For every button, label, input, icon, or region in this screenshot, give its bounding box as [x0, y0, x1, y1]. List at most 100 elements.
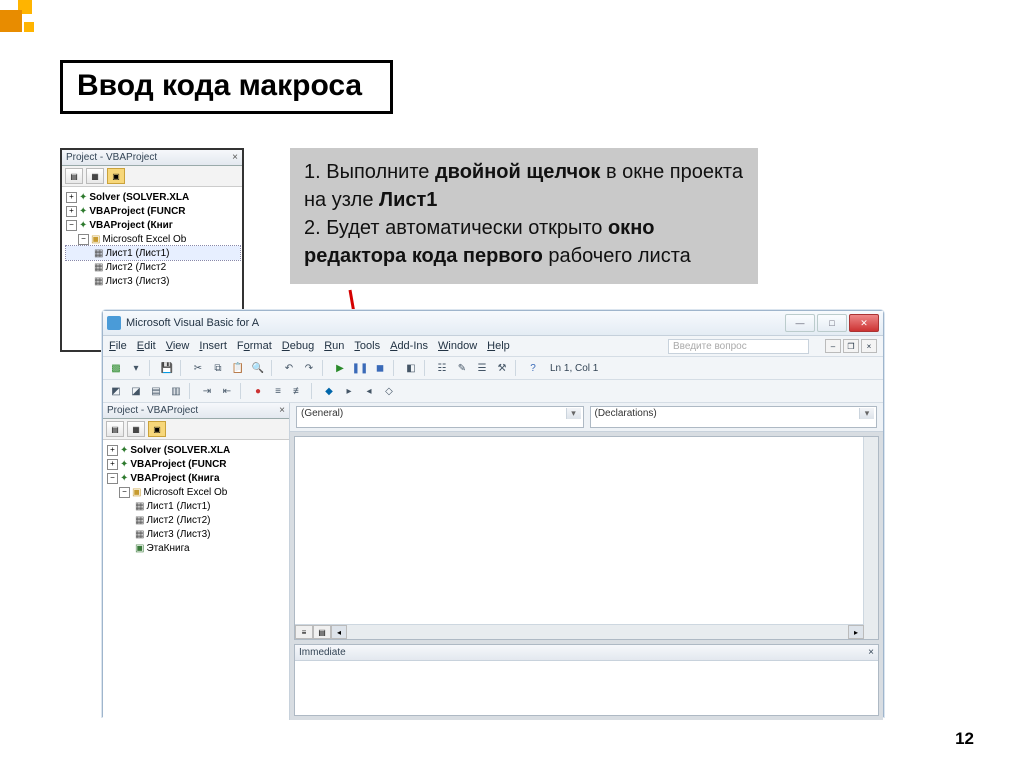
close-icon[interactable]: ×: [232, 152, 238, 163]
project-pane-title: Project - VBAProject ×: [103, 403, 289, 419]
menu-format[interactable]: Format: [237, 340, 272, 352]
window-titlebar[interactable]: Microsoft Visual Basic for A — □ ✕: [103, 311, 883, 336]
toolbox-icon[interactable]: ⚒: [493, 360, 511, 376]
menu-bar: File Edit View Insert Format Debug Run T…: [103, 336, 883, 357]
tree-item-sheet2[interactable]: ▦Лист2 (Лист2: [66, 260, 240, 274]
vertical-scrollbar[interactable]: [863, 437, 878, 639]
tree-item-sheet1[interactable]: ▦Лист1 (Лист1): [66, 246, 240, 260]
tree-item-objects[interactable]: −▣Microsoft Excel Ob: [66, 232, 240, 246]
menu-insert[interactable]: Insert: [199, 340, 227, 352]
immediate-window[interactable]: Immediate ×: [294, 644, 879, 716]
mdi-close-icon[interactable]: ×: [861, 339, 877, 353]
fullmodule-view-icon[interactable]: ▤: [313, 625, 331, 639]
tree-item-thisworkbook[interactable]: ▣ЭтаКнига: [107, 541, 287, 555]
close-button[interactable]: ✕: [849, 314, 879, 332]
cut-icon[interactable]: ✂: [189, 360, 207, 376]
tool-icon[interactable]: ▤: [147, 383, 165, 399]
immediate-title: Immediate ×: [295, 645, 878, 661]
help-search-input[interactable]: Введите вопрос: [668, 339, 809, 354]
menu-file[interactable]: File: [109, 340, 127, 352]
tree-item-objects[interactable]: −▣Microsoft Excel Ob: [107, 485, 287, 499]
break-icon[interactable]: ❚❚: [351, 360, 369, 376]
procedure-view-icon[interactable]: ≡: [295, 625, 313, 639]
scroll-right-icon[interactable]: ▸: [848, 625, 864, 639]
code-editor[interactable]: ≡ ▤ ◂ ▸: [294, 436, 879, 640]
project-tree: +✦Solver (SOLVER.XLA +✦VBAProject (FUNCR…: [62, 187, 242, 291]
project-explorer-icon[interactable]: ☷: [433, 360, 451, 376]
reset-icon[interactable]: ◼: [371, 360, 389, 376]
save-icon[interactable]: 💾: [158, 360, 176, 376]
menu-help[interactable]: Help: [487, 340, 510, 352]
close-icon[interactable]: ×: [279, 405, 285, 416]
copy-icon[interactable]: ⧉: [209, 360, 227, 376]
tool-icon[interactable]: ▥: [167, 383, 185, 399]
run-icon[interactable]: ▶: [331, 360, 349, 376]
paste-icon[interactable]: 📋: [229, 360, 247, 376]
tool-icon[interactable]: ◪: [127, 383, 145, 399]
slide-title: Ввод кода макроса: [77, 69, 362, 103]
object-dropdown[interactable]: (General): [296, 406, 584, 428]
comment-icon[interactable]: ≡: [269, 383, 287, 399]
mdi-minimize-icon[interactable]: –: [825, 339, 841, 353]
instr-text: рабочего листа: [543, 245, 691, 267]
slide-title-box: Ввод кода макроса: [60, 60, 393, 114]
uncomment-icon[interactable]: ≢: [289, 383, 307, 399]
menu-window[interactable]: Window: [438, 340, 477, 352]
clear-bookmarks-icon[interactable]: ◇: [380, 383, 398, 399]
tree-item-funcres[interactable]: +✦VBAProject (FUNCR: [107, 457, 287, 471]
properties-icon[interactable]: ✎: [453, 360, 471, 376]
menu-addins[interactable]: Add-Ins: [390, 340, 428, 352]
view-object-icon[interactable]: ▦: [86, 168, 104, 184]
bookmark-icon[interactable]: ◆: [320, 383, 338, 399]
toolbar-row-1: ▩ ▾ 💾 ✂ ⧉ 📋 🔍 ↶ ↷ ▶ ❚❚ ◼ ◧ ☷ ✎ ☰ ⚒ ? Ln …: [103, 357, 883, 380]
pane-title-text: Project - VBAProject: [66, 152, 157, 163]
window-title: Microsoft Visual Basic for A: [126, 317, 259, 329]
view-code-icon[interactable]: ▤: [106, 421, 124, 437]
folder-toggle-icon[interactable]: ▣: [107, 168, 125, 184]
instr-text: 2. Будет автоматически открыто: [304, 217, 608, 239]
redo-icon[interactable]: ↷: [300, 360, 318, 376]
tree-item-solver[interactable]: +✦Solver (SOLVER.XLA: [107, 443, 287, 457]
tree-item-sheet1[interactable]: ▦Лист1 (Лист1): [107, 499, 287, 513]
view-object-icon[interactable]: ▦: [127, 421, 145, 437]
object-browser-icon[interactable]: ☰: [473, 360, 491, 376]
menu-view[interactable]: View: [166, 340, 190, 352]
tree-item-book[interactable]: −✦VBAProject (Книга: [107, 471, 287, 485]
tree-item-sheet3[interactable]: ▦Лист3 (Лист3): [66, 274, 240, 288]
project-tree: +✦Solver (SOLVER.XLA +✦VBAProject (FUNCR…: [103, 440, 289, 558]
horizontal-scrollbar[interactable]: ≡ ▤ ◂ ▸: [295, 624, 864, 639]
indent-icon[interactable]: ⇥: [198, 383, 216, 399]
project-pane-title: Project - VBAProject ×: [62, 150, 242, 166]
excel-icon[interactable]: ▩: [107, 360, 125, 376]
undo-icon[interactable]: ↶: [280, 360, 298, 376]
maximize-button[interactable]: □: [817, 314, 847, 332]
menu-edit[interactable]: Edit: [137, 340, 156, 352]
tree-item-solver[interactable]: +✦Solver (SOLVER.XLA: [66, 190, 240, 204]
outdent-icon[interactable]: ⇤: [218, 383, 236, 399]
tool-icon[interactable]: ◩: [107, 383, 125, 399]
page-number: 12: [955, 729, 974, 749]
breakpoint-icon[interactable]: ●: [249, 383, 267, 399]
menu-tools[interactable]: Tools: [354, 340, 380, 352]
help-icon[interactable]: ?: [524, 360, 542, 376]
tree-item-funcres[interactable]: +✦VBAProject (FUNCR: [66, 204, 240, 218]
tree-item-book[interactable]: −✦VBAProject (Книг: [66, 218, 240, 232]
minimize-button[interactable]: —: [785, 314, 815, 332]
instr-bold: двойной щелчок: [435, 161, 600, 183]
folder-toggle-icon[interactable]: ▣: [148, 421, 166, 437]
procedure-dropdown[interactable]: (Declarations): [590, 406, 878, 428]
menu-run[interactable]: Run: [324, 340, 344, 352]
scroll-left-icon[interactable]: ◂: [331, 625, 347, 639]
design-mode-icon[interactable]: ◧: [402, 360, 420, 376]
next-bookmark-icon[interactable]: ▸: [340, 383, 358, 399]
view-code-icon[interactable]: ▤: [65, 168, 83, 184]
prev-bookmark-icon[interactable]: ◂: [360, 383, 378, 399]
tree-item-sheet3[interactable]: ▦Лист3 (Лист3): [107, 527, 287, 541]
find-icon[interactable]: 🔍: [249, 360, 267, 376]
tree-item-sheet2[interactable]: ▦Лист2 (Лист2): [107, 513, 287, 527]
dropdown-icon[interactable]: ▾: [127, 360, 145, 376]
close-icon[interactable]: ×: [868, 647, 874, 658]
mdi-restore-icon[interactable]: ❐: [843, 339, 859, 353]
toolbar-row-2: ◩ ◪ ▤ ▥ ⇥ ⇤ ● ≡ ≢ ◆ ▸ ◂ ◇: [103, 380, 883, 403]
menu-debug[interactable]: Debug: [282, 340, 314, 352]
